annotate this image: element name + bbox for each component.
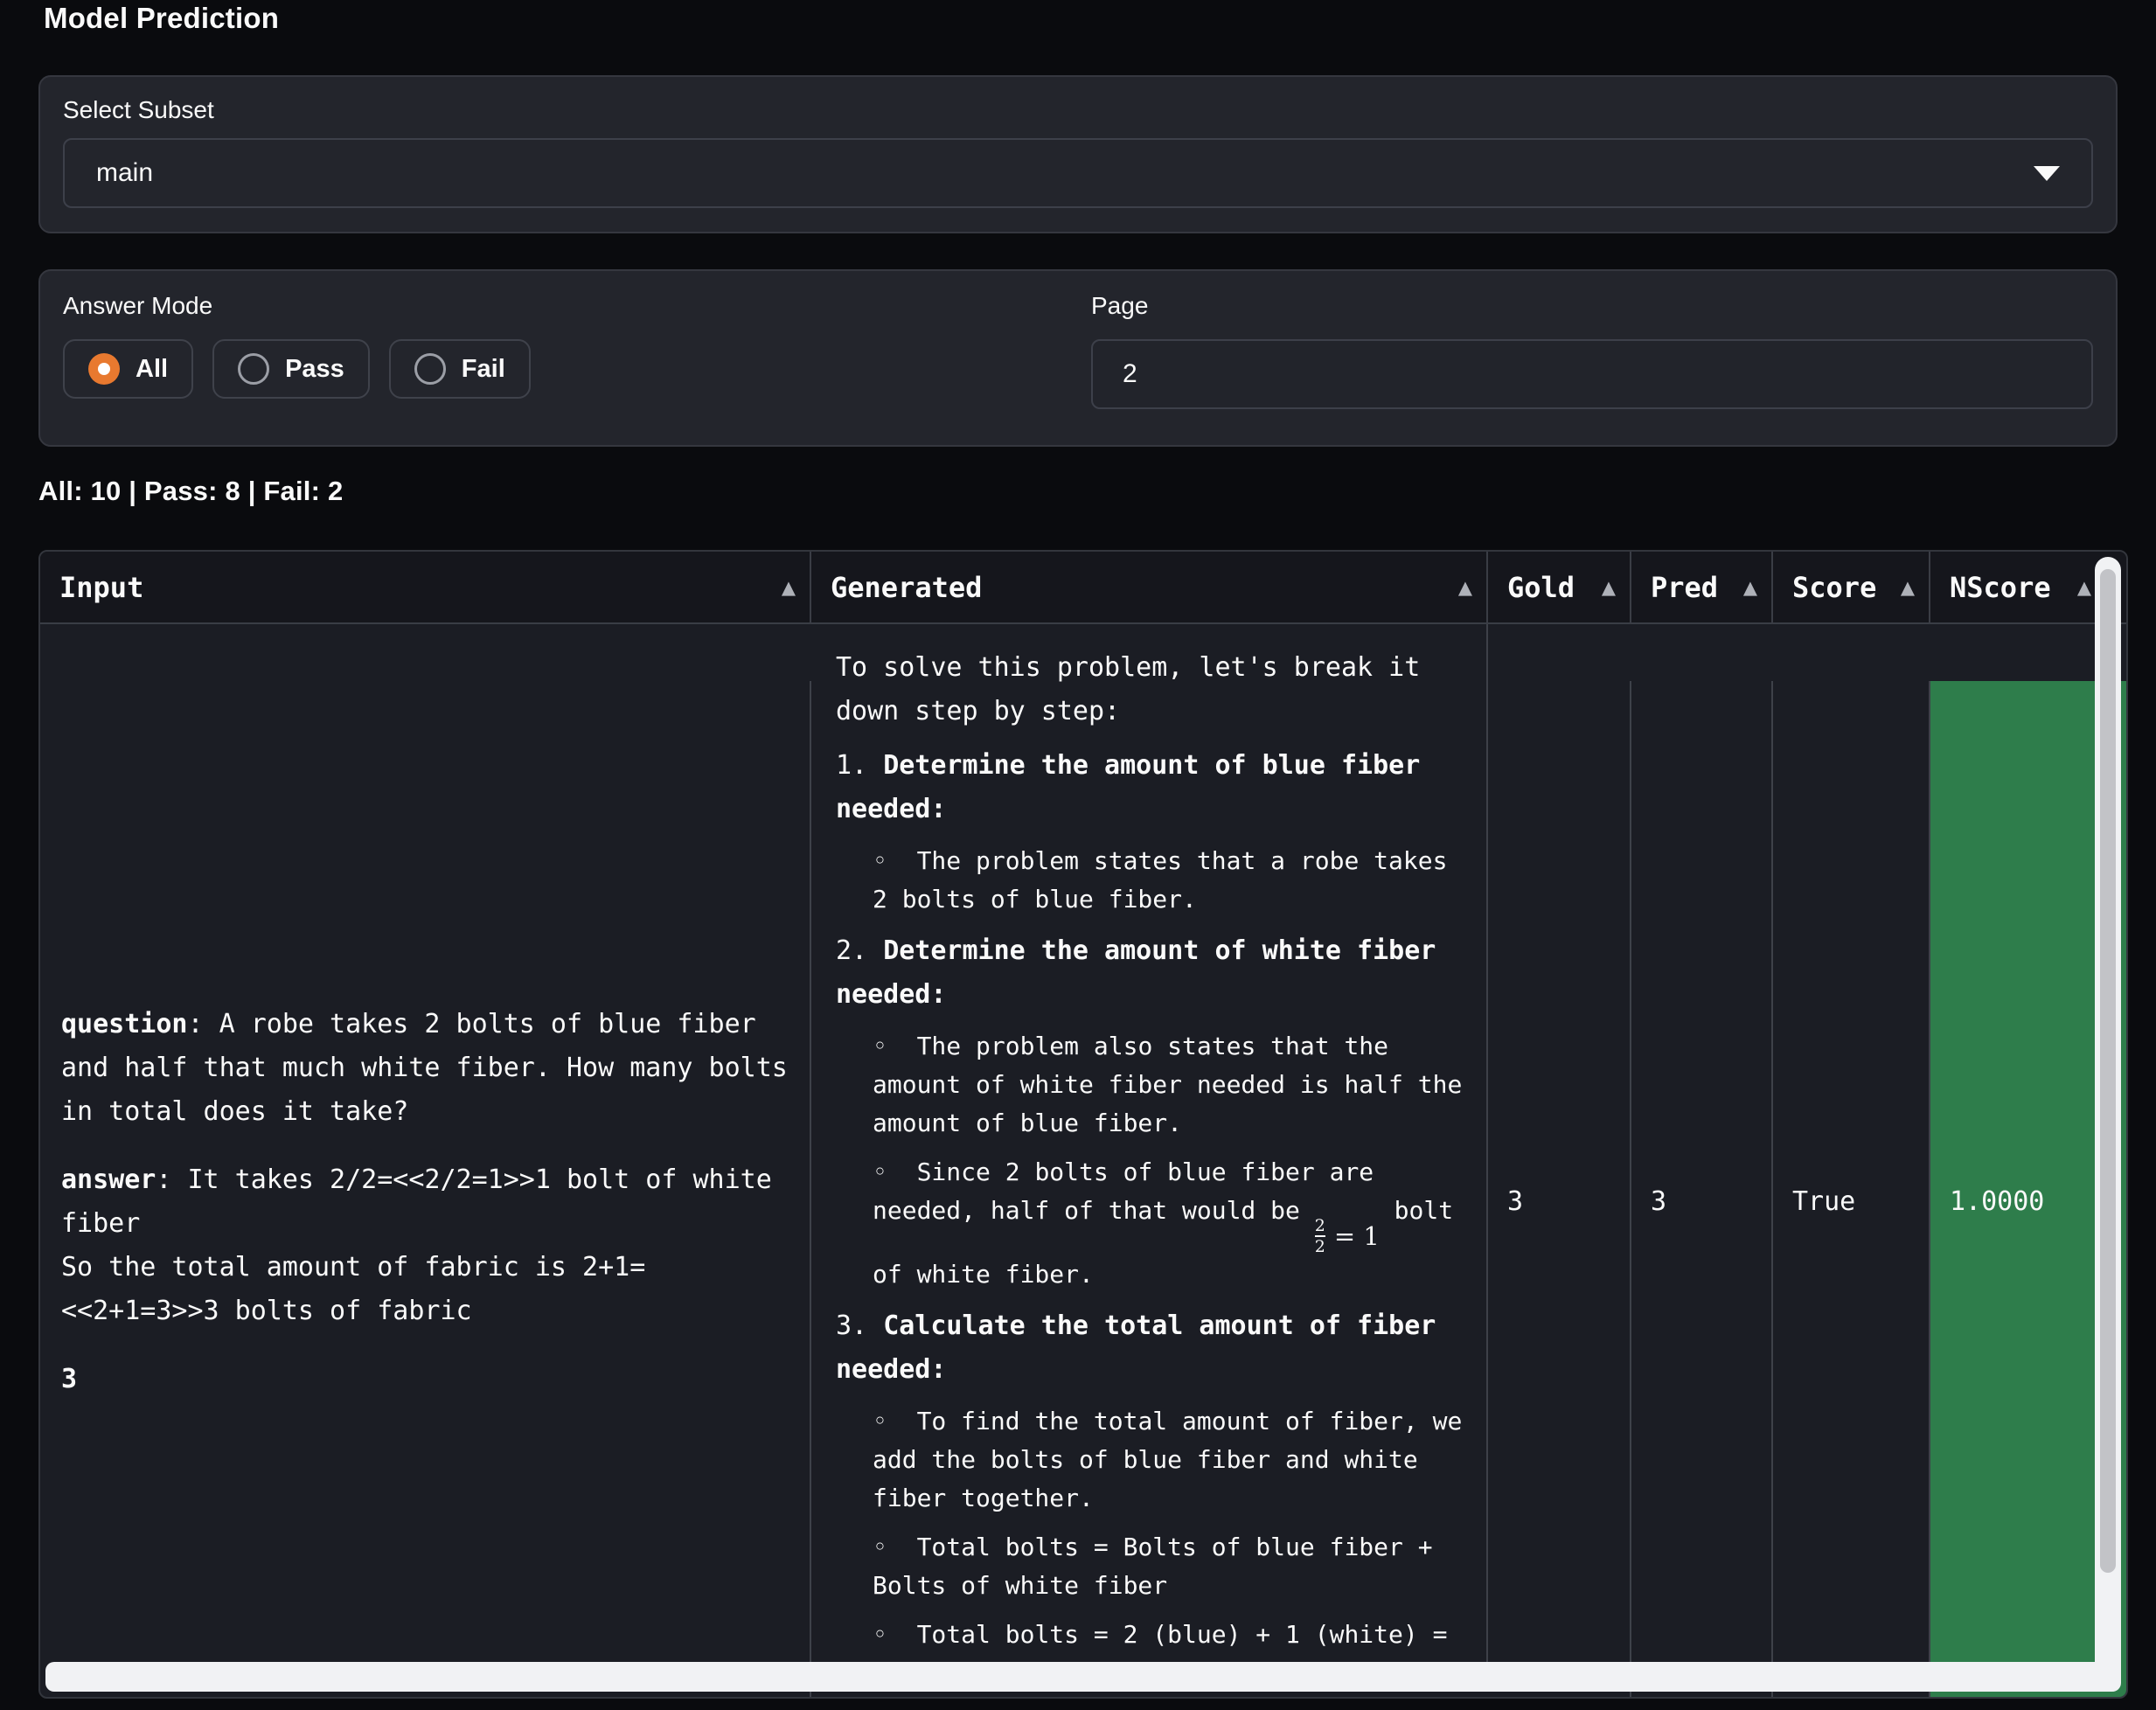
radio-unselected-icon (414, 353, 446, 385)
table-header-row: Input ▲ Generated ▲ Gold ▲ Pred ▲ Score … (40, 552, 2126, 624)
bullet-item: ◦ Since 2 bolts of blue fiber are needed… (873, 1153, 1469, 1294)
text: Total bolts = 2 (blue) + 1 (white) = 3 b… (873, 1620, 1462, 1665)
table-row: question: A robe takes 2 bolts of blue f… (40, 624, 2126, 1665)
controls-panel: Answer Mode All Pass Fail Page (38, 269, 2118, 447)
results-table: Input ▲ Generated ▲ Gold ▲ Pred ▲ Score … (38, 550, 2128, 1699)
radio-selected-icon (88, 353, 120, 385)
horizontal-scrollbar-track[interactable] (45, 1662, 2121, 1692)
column-header-label: Input (59, 571, 143, 604)
page-group: Page (1091, 292, 2093, 424)
text: Total bolts = Bolts of blue fiber + Bolt… (873, 1533, 1447, 1600)
bullet-icon: ◦ (873, 1620, 917, 1649)
radio-unselected-icon (238, 353, 269, 385)
sort-asc-icon: ▲ (2077, 577, 2091, 598)
text: : It takes 2/2=<<2/2=1>>1 bolt of white … (61, 1164, 788, 1326)
bullet-icon: ◦ (873, 846, 917, 875)
bold-text: question (61, 1009, 188, 1039)
radio-option-pass[interactable]: Pass (212, 339, 370, 399)
sort-asc-icon: ▲ (782, 577, 796, 598)
gold-value: 3 (1507, 1180, 1630, 1224)
radio-option-label: Fail (462, 355, 505, 384)
column-header-input[interactable]: Input ▲ (40, 552, 811, 622)
column-header-label: Score (1792, 571, 1876, 604)
vertical-scrollbar-thumb[interactable] (2100, 569, 2116, 1573)
sort-asc-icon: ▲ (1901, 577, 1915, 598)
answer-mode-radio-row: All Pass Fail (63, 339, 1065, 399)
subset-panel: Select Subset main (38, 75, 2118, 233)
subset-label: Select Subset (63, 96, 2093, 124)
radio-option-all[interactable]: All (63, 339, 193, 399)
bullet-icon: ◦ (873, 1533, 917, 1561)
bullet-item: ◦ Total bolts = 2 (blue) + 1 (white) = 3… (873, 1616, 1469, 1665)
page-label: Page (1091, 292, 2093, 320)
bold-text: answer (61, 1164, 156, 1195)
stats-line: All: 10 | Pass: 8 | Fail: 2 (38, 476, 343, 507)
page-title: Model Prediction (44, 2, 279, 35)
text: The problem also states that the amount … (873, 1032, 1477, 1137)
chevron-down-icon (2034, 166, 2060, 181)
column-header-label: Generated (831, 571, 982, 604)
column-header-label: NScore (1950, 571, 2051, 604)
cell-input[interactable]: question: A robe takes 2 bolts of blue f… (40, 681, 811, 1699)
subset-select-value: main (96, 158, 153, 188)
text: 2. (836, 935, 883, 966)
subset-select[interactable]: main (63, 138, 2093, 208)
column-header-gold[interactable]: Gold ▲ (1488, 552, 1631, 622)
cell-score[interactable]: True (1773, 681, 1930, 1699)
text: To find the total amount of fiber, we ad… (873, 1407, 1477, 1512)
pred-value: 3 (1651, 1180, 1771, 1224)
bullet-item: ◦ To find the total amount of fiber, we … (873, 1402, 1469, 1518)
bold-text: Calculate the total amount of fiber need… (836, 1310, 1451, 1385)
cell-generated[interactable]: To solve this problem, let's break it do… (811, 624, 1488, 1665)
column-header-score[interactable]: Score ▲ (1773, 552, 1930, 622)
paragraph: To solve this problem, let's break it do… (836, 646, 1469, 733)
radio-option-fail[interactable]: Fail (389, 339, 531, 399)
bold-text: 3 (61, 1364, 77, 1394)
sort-asc-icon: ▲ (1602, 577, 1616, 598)
bullet-item: ◦ Total bolts = Bolts of blue fiber + Bo… (873, 1528, 1469, 1605)
text: The problem states that a robe takes 2 b… (873, 846, 1462, 914)
column-header-label: Gold (1507, 571, 1575, 604)
paragraph: question: A robe takes 2 bolts of blue f… (61, 1003, 792, 1134)
score-value: True (1792, 1180, 1929, 1224)
text: 1. (836, 750, 883, 781)
column-header-pred[interactable]: Pred ▲ (1631, 552, 1773, 622)
paragraph: 1. Determine the amount of blue fiber ne… (836, 744, 1469, 831)
paragraph: 3. Calculate the total amount of fiber n… (836, 1304, 1469, 1392)
text: 3. (836, 1310, 883, 1341)
bullet-icon: ◦ (873, 1157, 917, 1186)
cell-gold[interactable]: 3 (1488, 681, 1631, 1699)
sort-asc-icon: ▲ (1458, 577, 1472, 598)
text: To solve this problem, let's break it do… (836, 652, 1436, 726)
bullet-icon: ◦ (873, 1032, 917, 1060)
paragraph: 3 (61, 1358, 792, 1401)
column-header-generated[interactable]: Generated ▲ (811, 552, 1488, 622)
bullet-icon: ◦ (873, 1407, 917, 1435)
radio-option-label: Pass (285, 355, 344, 384)
text: Since 2 bolts of blue fiber are needed, … (873, 1157, 1388, 1225)
paragraph: answer: It takes 2/2=<<2/2=1>>1 bolt of … (61, 1158, 792, 1333)
answer-mode-group: Answer Mode All Pass Fail (63, 292, 1065, 424)
radio-option-label: All (136, 355, 168, 384)
paragraph: 2. Determine the amount of white fiber n… (836, 929, 1469, 1017)
column-header-label: Pred (1651, 571, 1718, 604)
answer-mode-label: Answer Mode (63, 292, 1065, 320)
sort-asc-icon: ▲ (1743, 577, 1757, 598)
bullet-item: ◦ The problem also states that the amoun… (873, 1027, 1469, 1143)
page-input[interactable] (1091, 339, 2093, 409)
cell-pred[interactable]: 3 (1631, 681, 1773, 1699)
bold-text: Determine the amount of white fiber need… (836, 935, 1451, 1010)
bold-text: Determine the amount of blue fiber neede… (836, 750, 1436, 824)
math-fraction: 22= 1 (1315, 1217, 1380, 1255)
vertical-scrollbar-track[interactable] (2095, 557, 2121, 1692)
bullet-item: ◦ The problem states that a robe takes 2… (873, 842, 1469, 919)
